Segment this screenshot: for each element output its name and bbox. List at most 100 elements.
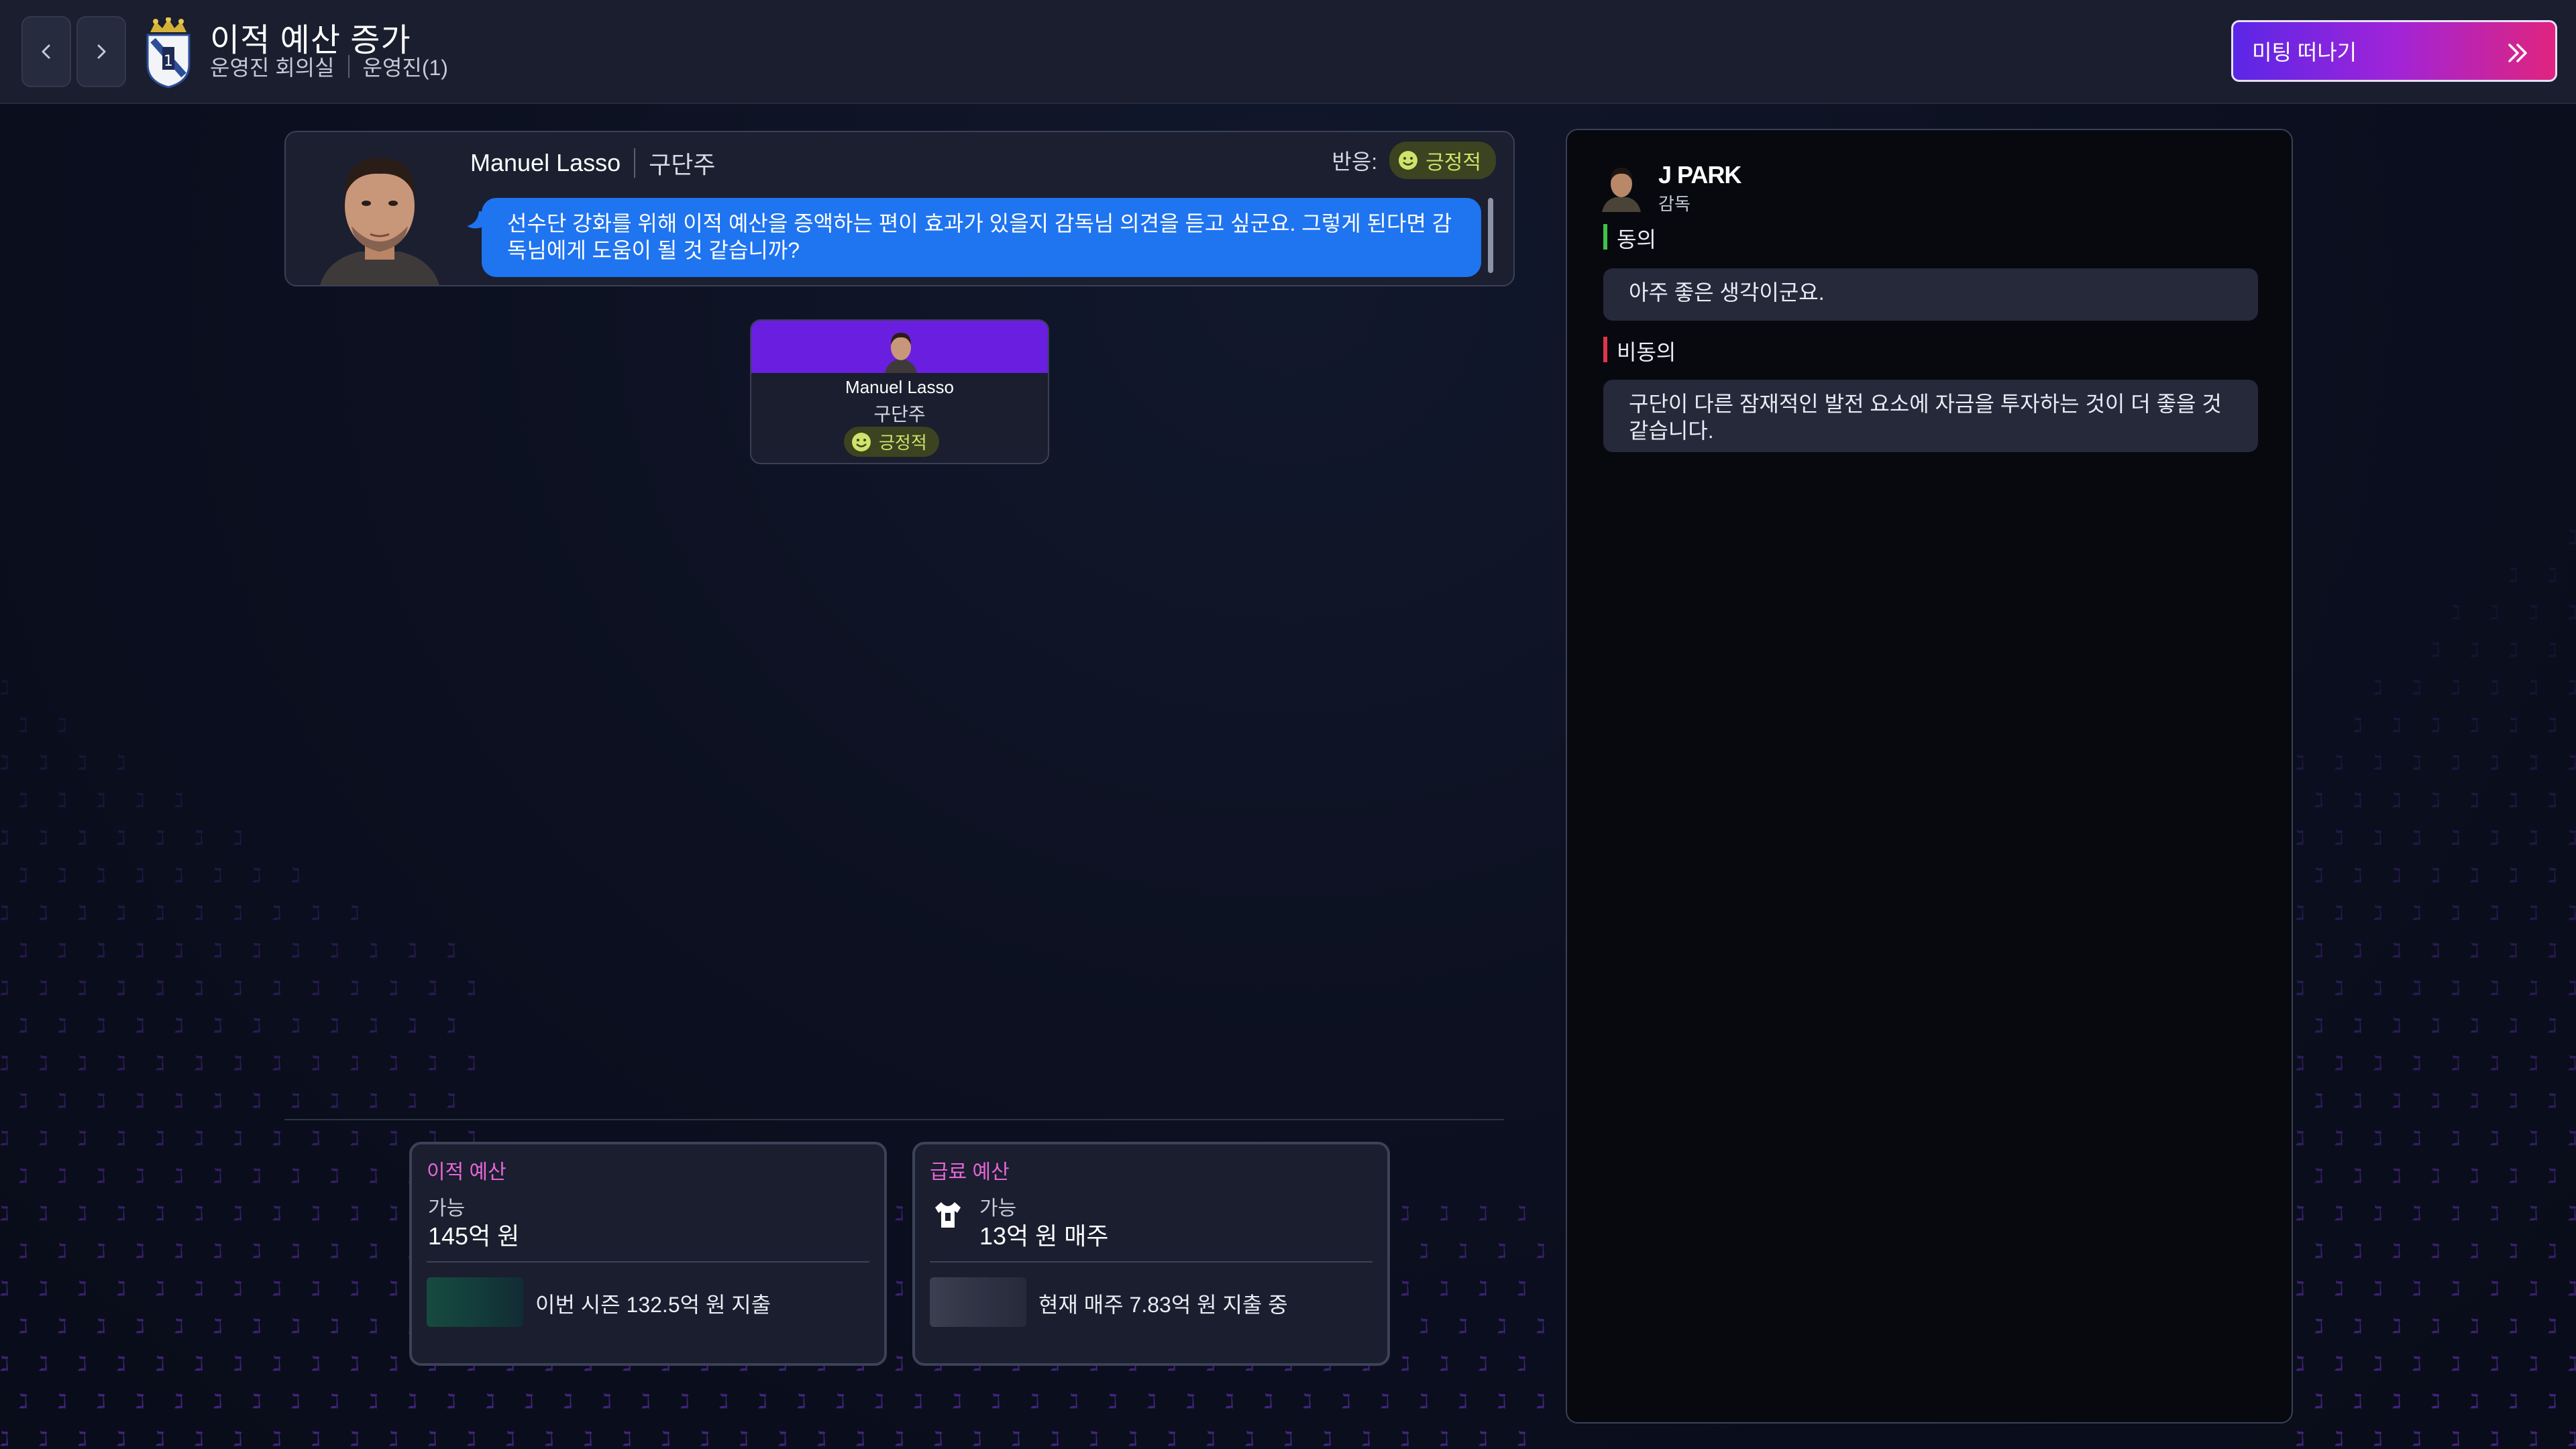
breadcrumb: 운영진 회의실 운영진(1) <box>210 51 448 82</box>
pattern-glyph: ℷ <box>2529 902 2538 925</box>
participant-role: 구단주 <box>873 404 926 425</box>
speaker-divider <box>634 148 636 178</box>
pattern-glyph: ℷ <box>2490 1202 2500 1226</box>
pattern-glyph: ℷ <box>1479 1202 1488 1226</box>
pattern-glyph: ℷ <box>195 1277 204 1301</box>
pattern-glyph: ℷ <box>136 1390 145 1413</box>
pattern-glyph: ℷ <box>2529 977 2538 1000</box>
pattern-glyph: ℷ <box>2548 1390 2557 1413</box>
pattern-glyph: ℷ <box>19 939 28 963</box>
pattern-glyph: ℷ <box>2353 1014 2363 1038</box>
pattern-glyph: ℷ <box>97 1240 106 1263</box>
reaction-badge: 긍정적 <box>1389 142 1496 179</box>
pattern-glyph: ℷ <box>2373 1352 2383 1376</box>
pattern-glyph: ℷ <box>58 1240 67 1263</box>
pattern-glyph: ℷ <box>2392 939 2402 963</box>
pattern-glyph: ℷ <box>2314 1390 2324 1413</box>
pattern-glyph: ℷ <box>78 902 87 925</box>
pattern-glyph: ℷ <box>1440 1277 1449 1301</box>
pattern-glyph: ℷ <box>2412 977 2422 1000</box>
agree-marker <box>1603 224 1607 250</box>
pattern-glyph: ℷ <box>156 1202 165 1226</box>
top-bar: 1 이적 예산 증가 운영진 회의실 운영진(1) 미팅 떠나기 <box>0 0 2576 104</box>
pattern-glyph: ℷ <box>1381 1390 1390 1413</box>
breadcrumb-board[interactable]: 운영진(1) <box>363 51 448 82</box>
pattern-glyph: ℷ <box>39 751 48 775</box>
pattern-glyph: ℷ <box>2548 1240 2557 1263</box>
pattern-glyph: ℷ <box>233 1052 243 1075</box>
disagree-label-text: 비동의 <box>1617 340 1676 364</box>
pattern-glyph: ℷ <box>19 1315 28 1338</box>
pattern-glyph: ℷ <box>1323 1428 1332 1449</box>
pattern-glyph: ℷ <box>1303 1390 1312 1413</box>
pattern-glyph: ℷ <box>2451 751 2461 775</box>
pattern-glyph: ℷ <box>2490 977 2500 1000</box>
pattern-glyph: ℷ <box>156 826 165 850</box>
forward-button[interactable] <box>76 16 126 87</box>
speaker-role: 구단주 <box>649 151 716 178</box>
pattern-glyph: ℷ <box>2412 751 2422 775</box>
message-scrollbar[interactable] <box>1488 198 1493 273</box>
disagree-option-button[interactable]: 구단이 다른 잠재적인 발전 요소에 자금을 투자하는 것이 더 좋을 것 같습… <box>1603 380 2258 452</box>
pattern-glyph: ℷ <box>486 1390 495 1413</box>
pattern-glyph: ℷ <box>39 1202 48 1226</box>
agree-option-button[interactable]: 아주 좋은 생각이군요. <box>1603 268 2258 321</box>
transfer-budget-amount: 145억 원 <box>428 1222 520 1250</box>
pattern-glyph: ℷ <box>1401 1277 1410 1301</box>
pattern-glyph: ℷ <box>1440 1428 1449 1449</box>
participant-card[interactable]: Manuel Lasso 구단주 긍정적 <box>750 319 1049 464</box>
pattern-glyph: ℷ <box>1479 1352 1488 1376</box>
pattern-glyph: ℷ <box>1497 1390 1507 1413</box>
pattern-glyph: ℷ <box>389 1352 398 1376</box>
pattern-glyph: ℷ <box>350 1428 360 1449</box>
pattern-glyph: ℷ <box>0 1052 9 1075</box>
back-button[interactable] <box>21 16 71 87</box>
pattern-glyph: ℷ <box>408 1089 417 1113</box>
pattern-glyph: ℷ <box>1069 1390 1079 1413</box>
wage-budget-divider <box>930 1261 1373 1263</box>
pattern-glyph: ℷ <box>213 1315 223 1338</box>
svg-text:1: 1 <box>164 53 173 70</box>
pattern-glyph: ℷ <box>641 1390 651 1413</box>
pattern-glyph: ℷ <box>97 1014 106 1038</box>
pattern-glyph: ℷ <box>1440 1202 1449 1226</box>
pattern-glyph: ℷ <box>272 1352 282 1376</box>
pattern-glyph: ℷ <box>1419 1390 1429 1413</box>
pattern-glyph: ℷ <box>117 1428 126 1449</box>
pattern-glyph: ℷ <box>2353 1390 2363 1413</box>
pattern-glyph: ℷ <box>0 826 9 850</box>
pattern-glyph: ℷ <box>2314 939 2324 963</box>
pattern-glyph: ℷ <box>2392 864 2402 888</box>
pattern-glyph: ℷ <box>1012 1428 1021 1449</box>
pattern-glyph: ℷ <box>233 1127 243 1150</box>
pattern-glyph: ℷ <box>2568 1277 2576 1301</box>
pattern-glyph: ℷ <box>447 1390 456 1413</box>
pattern-glyph: ℷ <box>914 1390 923 1413</box>
pattern-glyph: ℷ <box>58 1089 67 1113</box>
pattern-glyph: ℷ <box>2431 1014 2440 1038</box>
pattern-glyph: ℷ <box>213 864 223 888</box>
pattern-glyph: ℷ <box>2470 1240 2479 1263</box>
pattern-glyph: ℷ <box>564 1390 573 1413</box>
pattern-glyph: ℷ <box>1458 1240 1468 1263</box>
pattern-glyph: ℷ <box>2373 676 2383 700</box>
pattern-glyph: ℷ <box>2548 789 2557 812</box>
breadcrumb-room: 운영진 회의실 <box>210 56 335 80</box>
pattern-glyph: ℷ <box>545 1428 554 1449</box>
pattern-glyph: ℷ <box>428 1428 437 1449</box>
pattern-glyph: ℷ <box>291 1165 301 1188</box>
leave-meeting-button[interactable]: 미팅 떠나기 <box>2231 20 2557 82</box>
pattern-glyph: ℷ <box>252 939 262 963</box>
pattern-glyph: ℷ <box>1497 1315 1507 1338</box>
pattern-glyph: ℷ <box>174 1240 184 1263</box>
pattern-glyph: ℷ <box>19 1165 28 1188</box>
pattern-glyph: ℷ <box>291 1240 301 1263</box>
speaker-card: Manuel Lasso 구단주 반응: 긍정적 선수단 강화를 위해 이적 예… <box>284 131 1515 286</box>
pattern-glyph: ℷ <box>2296 1127 2305 1150</box>
pattern-glyph: ℷ <box>213 1014 223 1038</box>
pattern-glyph: ℷ <box>0 1202 9 1226</box>
wage-budget-card: 급료 예산 가능 13억 원 매주 현재 매주 7.83억 원 지출 중 <box>912 1142 1390 1366</box>
pattern-glyph: ℷ <box>2334 1428 2344 1449</box>
pattern-glyph: ℷ <box>2548 1165 2557 1188</box>
pattern-glyph: ℷ <box>252 864 262 888</box>
